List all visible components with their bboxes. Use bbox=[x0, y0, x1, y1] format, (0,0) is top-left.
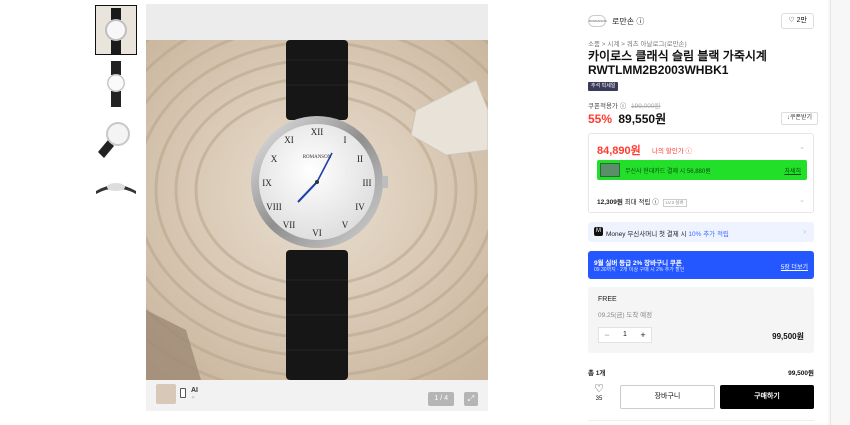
divider bbox=[588, 420, 814, 421]
wishlist-button[interactable]: ♡ 35 bbox=[588, 383, 610, 411]
sale-price-row: 55% 89,550원 bbox=[588, 110, 666, 127]
svg-text:VI: VI bbox=[312, 228, 322, 238]
selected-option-box: FREE 09.25(금) 도착 예정 − 1 + 99,500원 bbox=[588, 287, 814, 353]
coupon-download-button[interactable]: ↓쿠폰받기 bbox=[780, 112, 818, 125]
wishlist-count: 35 bbox=[595, 396, 603, 402]
svg-text:XII: XII bbox=[311, 127, 324, 137]
points-row: 12,309원 최대 적립 ⓘ LV.3 실버 bbox=[597, 196, 687, 207]
points-value: 12,309원 bbox=[597, 199, 623, 206]
delivery-date: 09.25(금) 도착 예정 bbox=[598, 312, 653, 319]
thumbnail-1[interactable] bbox=[95, 5, 137, 55]
svg-text:V: V bbox=[342, 220, 349, 230]
divider bbox=[830, 0, 831, 425]
option-price: 99,500원 bbox=[772, 332, 804, 341]
card-promo-details-link[interactable]: 자세히 bbox=[784, 166, 801, 175]
main-product-image[interactable]: XII I II III IV V VI VII VIII IX X XI RO… bbox=[146, 4, 488, 411]
money-icon: M bbox=[594, 227, 603, 236]
heart-icon: ♡ bbox=[594, 383, 604, 395]
quantity-value[interactable]: 1 bbox=[615, 328, 635, 342]
like-button[interactable]: ♡ 2만 bbox=[781, 13, 814, 29]
like-count: 2만 bbox=[796, 17, 807, 24]
benefit-box: 84,890원 나의 할인가 ⓘ ⌄ 무신사 현대카드 결제 시 56,880원… bbox=[588, 133, 814, 213]
sparkle-icon: ✧ bbox=[191, 395, 196, 401]
svg-text:I: I bbox=[344, 135, 347, 145]
my-discount-label: 나의 할인가 ⓘ bbox=[652, 145, 692, 155]
total-count: 총 1개 bbox=[588, 370, 606, 377]
card-icon bbox=[600, 163, 620, 177]
product-info-panel: ROMANSON 로만손 ⓘ ♡ 2만 소품 > 시계 > 쿼츠 아날로그(로만… bbox=[578, 0, 828, 425]
thumbnail-4[interactable] bbox=[96, 165, 136, 213]
svg-text:IV: IV bbox=[355, 202, 365, 212]
money-promo-prefix: Money 무신사머니 첫 결제 시 bbox=[606, 231, 687, 238]
chevron-down-icon[interactable]: ⌄ bbox=[799, 143, 805, 151]
svg-text:VII: VII bbox=[283, 220, 296, 230]
purchase-actions: ♡ 35 장바구니 구매하기 bbox=[588, 383, 814, 411]
brand-name-text: 로만손 bbox=[612, 17, 635, 26]
image-footer: AI ✧ 1 / 4 ⤢ bbox=[146, 380, 488, 411]
coupon-price-label: 쿠폰적용가 ⓘ 199,000원 bbox=[588, 100, 661, 110]
right-gutter bbox=[828, 0, 850, 425]
more-coupons-link[interactable]: 5장 더보기 bbox=[781, 262, 808, 271]
shipping-fee: FREE bbox=[598, 296, 617, 303]
svg-text:XI: XI bbox=[284, 135, 294, 145]
cart-coupon-subtitle: 09.30까지 · 2개 이상 구매 시 2% 추가 할인 bbox=[594, 267, 685, 273]
original-price: 199,000원 bbox=[631, 103, 661, 110]
info-icon: ⓘ bbox=[652, 199, 659, 206]
discount-percent: 55% bbox=[588, 112, 613, 126]
svg-text:II: II bbox=[357, 154, 363, 164]
heart-icon: ♡ bbox=[788, 17, 795, 24]
buy-now-button[interactable]: 구매하기 bbox=[720, 385, 814, 409]
chevron-right-icon: › bbox=[803, 227, 806, 236]
thumbnail-2[interactable] bbox=[96, 59, 136, 107]
level-badge: LV.3 실버 bbox=[662, 199, 687, 207]
points-label: 최대 적립 bbox=[624, 199, 651, 206]
info-icon: ⓘ bbox=[685, 148, 693, 155]
brand-logo[interactable]: ROMANSON bbox=[588, 15, 607, 27]
expand-icon[interactable]: ⤢ bbox=[464, 392, 478, 406]
chevron-down-icon[interactable]: ⌄ bbox=[799, 196, 805, 204]
ai-preview-thumbnail[interactable] bbox=[156, 384, 176, 404]
phone-icon bbox=[180, 388, 186, 398]
my-discount-price: 84,890원 bbox=[597, 145, 641, 157]
info-icon: ⓘ bbox=[636, 17, 645, 26]
svg-text:X: X bbox=[271, 154, 278, 164]
product-title: 카이로스 클래식 슬림 블랙 가죽시계 RWTLMM2B2003WHBK1 bbox=[588, 49, 767, 77]
sale-price: 89,550원 bbox=[618, 112, 667, 126]
brand-row: ROMANSON 로만손 ⓘ ♡ 2만 bbox=[588, 12, 814, 30]
money-promo-text: Money 무신사머니 첫 결제 시 10% 추가 적립 bbox=[606, 228, 729, 238]
svg-text:VIII: VIII bbox=[266, 202, 282, 212]
svg-text:III: III bbox=[363, 178, 372, 188]
musinsa-money-promo[interactable]: M Money 무신사머니 첫 결제 시 10% 추가 적립 › bbox=[588, 222, 814, 242]
quantity-stepper: − 1 + bbox=[598, 327, 652, 343]
cart-coupon-banner[interactable]: 9월 실버 등급 2% 장바구니 쿠폰 09.30까지 · 2개 이상 구매 시… bbox=[588, 251, 814, 279]
card-promo-banner[interactable]: 무신사 현대카드 결제 시 56,880원 자세히 bbox=[597, 160, 807, 180]
add-to-cart-button[interactable]: 장바구니 bbox=[620, 385, 715, 409]
thumbnail-list bbox=[95, 5, 138, 218]
brand-name[interactable]: 로만손 ⓘ bbox=[612, 16, 644, 27]
decrease-quantity-button[interactable]: − bbox=[599, 328, 615, 342]
coupon-label-text: 쿠폰적용가 bbox=[588, 103, 618, 110]
breadcrumb[interactable]: 소품 > 시계 > 쿼츠 아날로그(로만손) bbox=[588, 38, 687, 48]
info-icon: ⓘ bbox=[619, 103, 627, 110]
svg-text:IX: IX bbox=[262, 178, 272, 188]
thumbnail-3[interactable] bbox=[96, 112, 136, 160]
ai-label: AI bbox=[191, 387, 198, 394]
watch-logo: ROMANSON bbox=[303, 155, 332, 160]
my-discount-label-text: 나의 할인가 bbox=[652, 148, 684, 155]
increase-quantity-button[interactable]: + bbox=[635, 328, 651, 342]
total-price: 99,500원 bbox=[788, 370, 814, 377]
watch-photo: XII I II III IV V VI VII VIII IX X XI RO… bbox=[146, 40, 488, 380]
money-promo-highlight: 10% 추가 적립 bbox=[688, 231, 729, 238]
image-pager: 1 / 4 bbox=[428, 392, 454, 406]
event-tag: 추석 빅세일 bbox=[588, 82, 619, 91]
card-promo-text: 무신사 현대카드 결제 시 56,880원 bbox=[625, 169, 711, 175]
